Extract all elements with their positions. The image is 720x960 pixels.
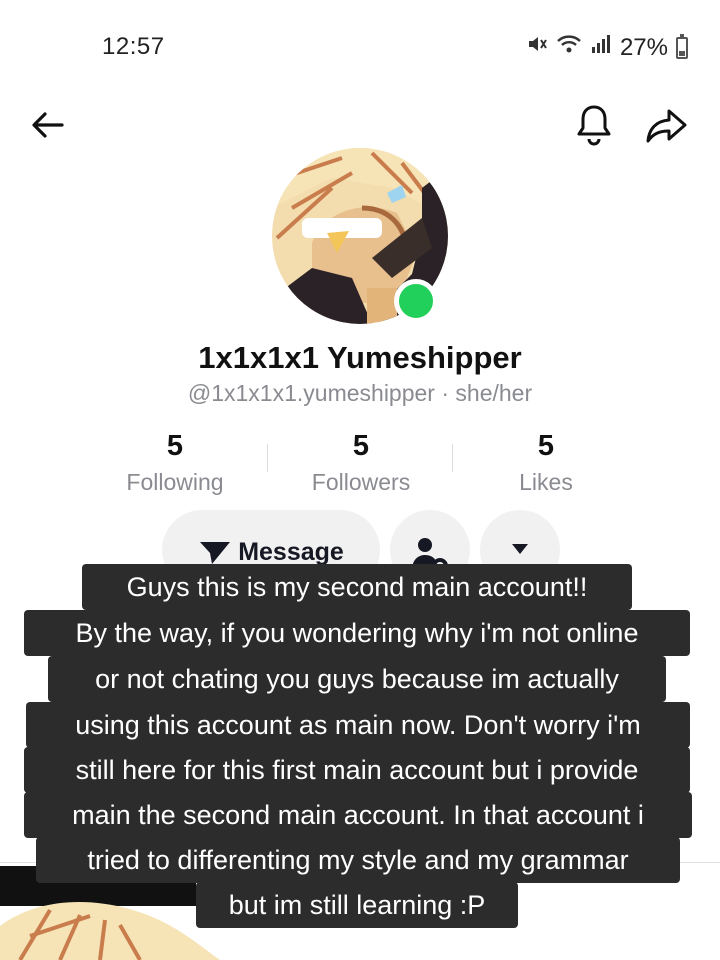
- top-nav: [0, 100, 720, 150]
- status-icons: 27%: [526, 33, 688, 62]
- profile-display-name: 1x1x1x1 Yumeshipper: [198, 340, 522, 375]
- back-button[interactable]: [23, 100, 73, 150]
- wifi-icon: [556, 33, 582, 62]
- status-bar: 12:57 27%: [0, 0, 720, 90]
- caption-line: By the way, if you wondering why i'm not…: [24, 610, 690, 656]
- stat-following[interactable]: 5 Following: [80, 430, 270, 496]
- share-button[interactable]: [642, 100, 692, 150]
- stat-following-label: Following: [126, 469, 224, 495]
- profile-handle: @1x1x1x1.yumeshipper · she/her: [187, 380, 533, 406]
- caption-line: but im still learning :P: [196, 882, 518, 928]
- caption-line: tried to differenting my style and my gr…: [36, 837, 680, 883]
- bell-icon: [577, 105, 611, 146]
- notifications-button[interactable]: [569, 100, 619, 150]
- share-icon: [646, 109, 687, 143]
- stat-followers-label: Followers: [311, 469, 411, 495]
- stat-followers[interactable]: 5 Followers: [266, 430, 456, 496]
- battery-icon: [676, 33, 688, 59]
- status-time: 12:57: [102, 33, 165, 60]
- message-button-label: Message: [238, 538, 344, 566]
- back-arrow-icon: [32, 112, 64, 138]
- stat-likes-count: 5: [537, 430, 555, 462]
- stat-following-count: 5: [166, 430, 184, 462]
- profile-stats: 5 Following 5 Followers 5 Likes: [80, 430, 640, 500]
- battery-percent: 27%: [619, 33, 668, 61]
- dropdown-icon: [512, 544, 528, 554]
- caption-line: or not chating you guys because im actua…: [48, 656, 666, 702]
- stat-likes-label: Likes: [519, 469, 573, 495]
- caption-line: main the second main account. In that ac…: [24, 792, 692, 838]
- signal-icon: [590, 33, 612, 62]
- caption-line: still here for this first main account b…: [24, 747, 690, 793]
- send-icon: [200, 542, 231, 564]
- caption-line: using this account as main now. Don't wo…: [26, 702, 690, 748]
- stat-likes[interactable]: 5 Likes: [451, 430, 641, 496]
- stat-followers-count: 5: [352, 430, 370, 462]
- caption-line: Guys this is my second main account!!: [82, 564, 632, 610]
- mute-icon: [526, 33, 548, 62]
- online-status-indicator: [394, 279, 438, 323]
